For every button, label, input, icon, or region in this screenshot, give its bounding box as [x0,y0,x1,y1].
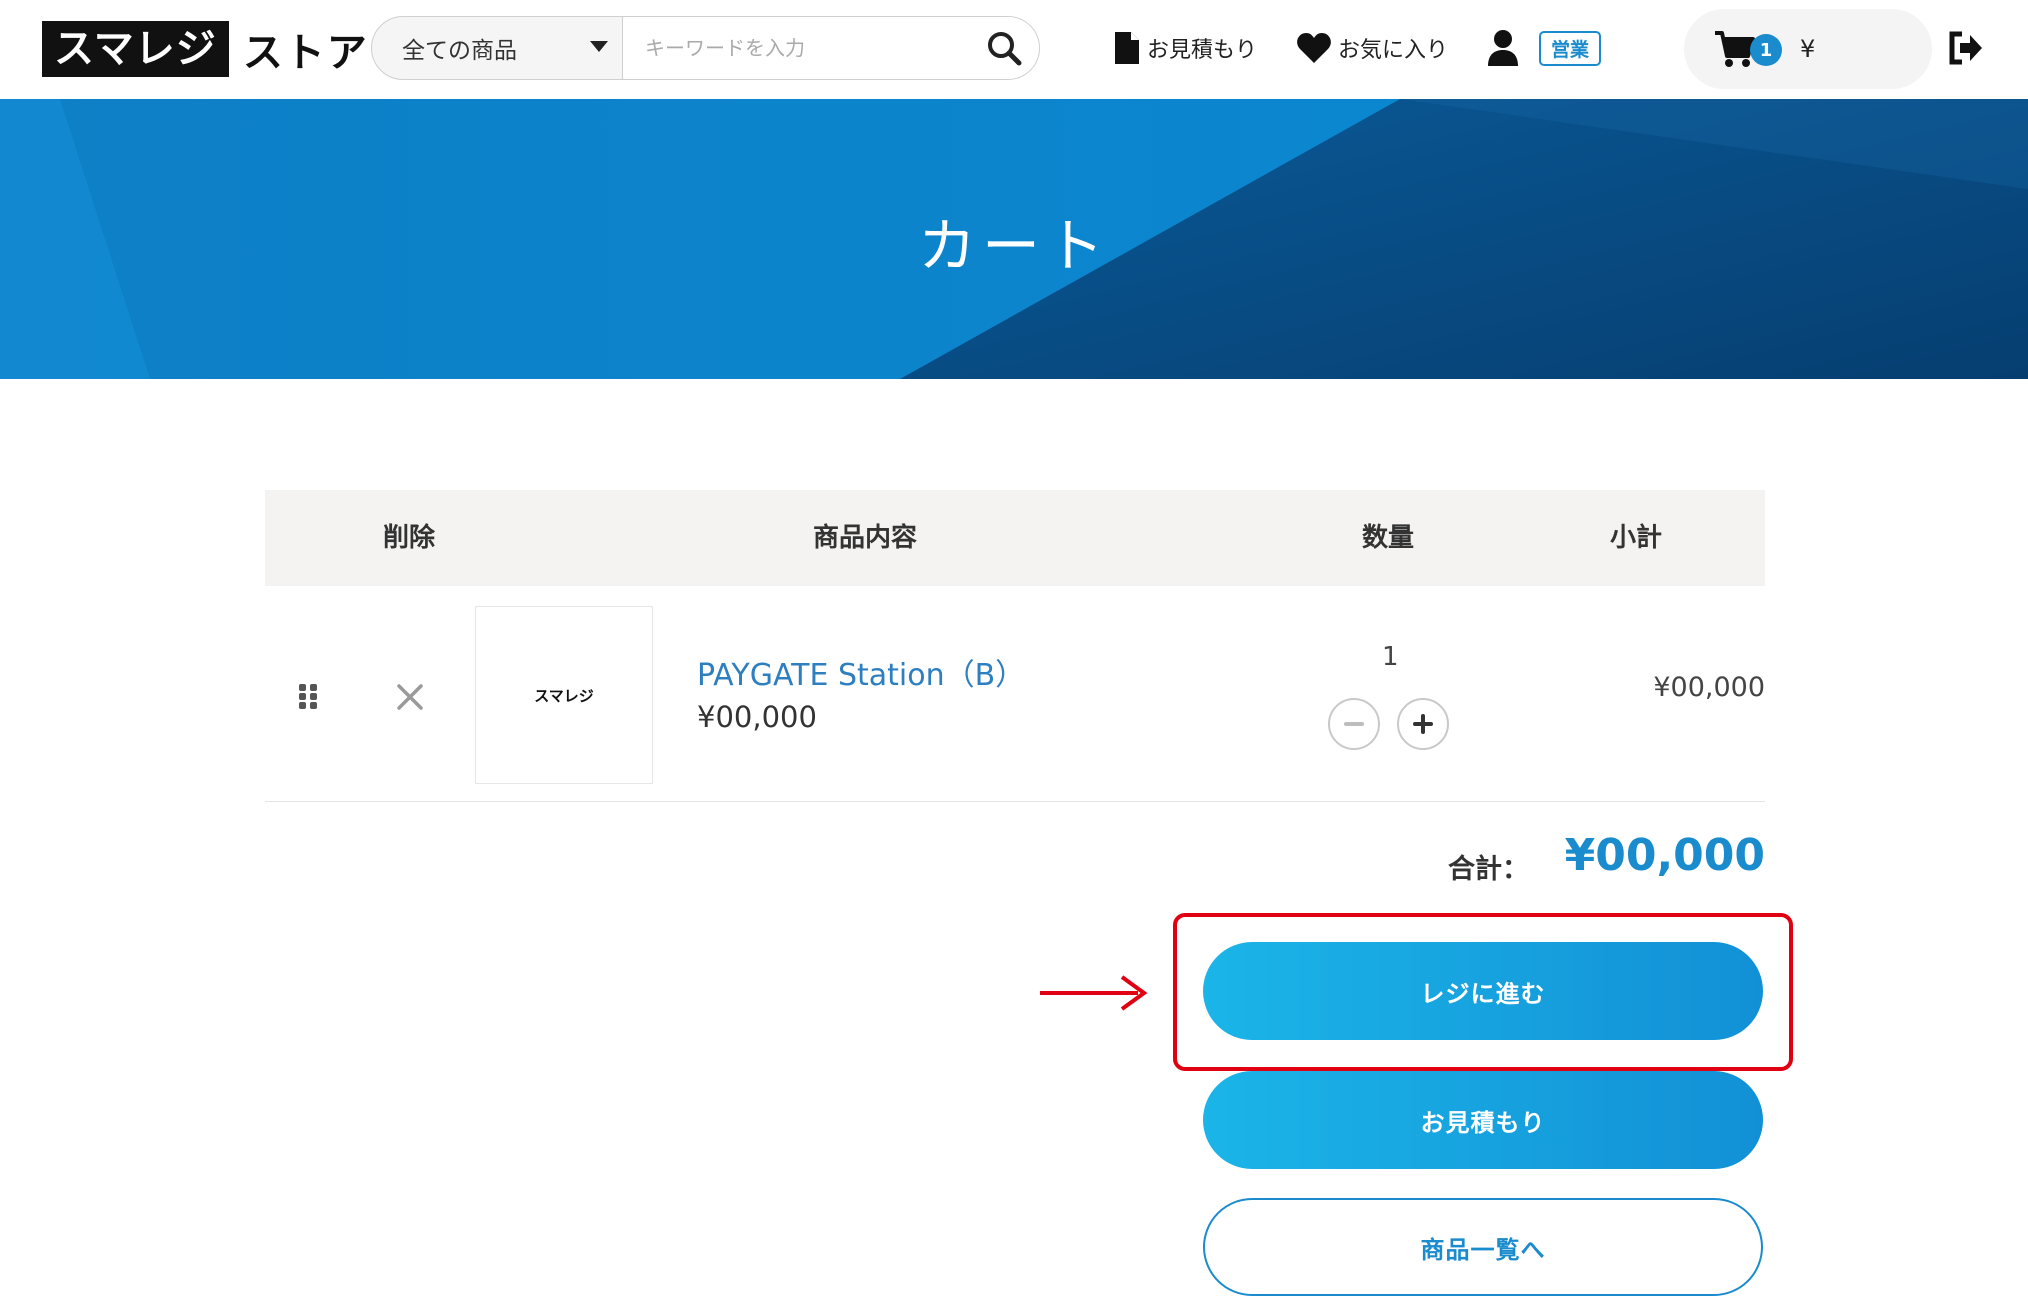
role-badge: 営業 [1539,30,1602,66]
remove-item-button[interactable] [395,682,425,716]
quantity-increase-button[interactable] [1397,698,1449,750]
search-input[interactable] [623,17,969,79]
logout-button[interactable] [1948,30,1984,70]
cart-count-badge: 1 [1750,34,1782,66]
header-subtotal: 小計 [1610,523,1663,553]
header-quantity: 数量 [1362,523,1415,553]
quantity-decrease-button[interactable] [1328,698,1380,750]
nav-favorites-label: お気に入り [1338,38,1449,63]
nav-favorites[interactable]: お気に入り [1296,26,1448,70]
product-unit-price: ¥00,000 [697,700,817,734]
category-select[interactable]: 全ての商品 [372,17,623,79]
cart-amount: ¥ [1800,35,1816,63]
product-list-button[interactable]: 商品一覧へ [1203,1198,1763,1296]
cart-table-header: 削除 商品内容 数量 小計 [265,490,1765,586]
drag-handle-icon [299,684,317,709]
user-icon [1488,30,1518,66]
page-title: カート [917,212,1110,280]
caret-down-icon [590,41,608,52]
close-icon [397,684,423,710]
plus-icon [1413,714,1433,734]
logout-icon [1949,31,1982,65]
hero-banner: カート [0,99,2028,379]
product-thumbnail[interactable]: スマレジ [475,606,653,784]
quote-button[interactable]: お見積もり [1203,1071,1763,1169]
logo-box: スマレジ [42,21,229,77]
quantity-value: 1 [1382,642,1399,672]
annotation-arrow-icon [1040,975,1148,1011]
cart-summary[interactable]: 1 ¥ [1684,9,1932,89]
search-button[interactable] [969,17,1039,79]
thumbnail-logo-text: スマレジ [534,686,594,705]
nav-quote-label: お見積もり [1147,38,1258,63]
cart-item-row: スマレジ PAYGATE Station（B） ¥00,000 1 ¥00,00… [265,600,1765,802]
product-name-link[interactable]: PAYGATE Station（B） [697,650,1025,694]
category-select-label: 全ての商品 [402,38,517,64]
nav-account[interactable]: 営業 [1487,26,1602,70]
heart-icon [1297,33,1331,63]
nav-quote[interactable]: お見積もり [1113,26,1257,70]
annotation-highlight-box [1173,913,1793,1071]
header-delete: 削除 [383,523,436,553]
minus-icon [1344,722,1364,726]
site-header: スマレジ ストア 全ての商品 お見積もり お気に入り [0,0,2028,99]
header-item: 商品内容 [813,523,918,553]
total-value: ¥00,000 [1564,830,1765,881]
item-subtotal: ¥00,000 [1653,672,1765,703]
search-icon [988,32,1022,66]
logo-text: ストア [242,30,369,76]
document-icon [1115,32,1139,64]
drag-handle[interactable] [298,683,318,713]
total-label: 合計： [1448,854,1529,885]
store-logo[interactable]: スマレジ ストア [42,21,369,77]
search-bar: 全ての商品 [371,16,1040,80]
